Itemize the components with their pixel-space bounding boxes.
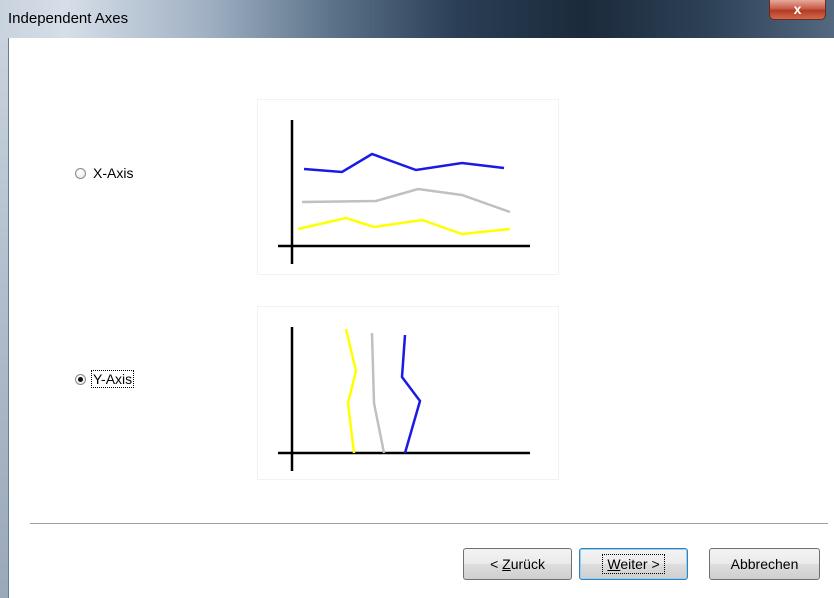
cancel-button-label: Abbrechen [730, 556, 799, 572]
window-title: Independent Axes [8, 10, 129, 27]
next-button-label: Weiter > [602, 554, 665, 574]
y-axis-label[interactable]: Y-Axis [90, 370, 135, 388]
separator [30, 523, 828, 525]
cancel-button[interactable]: Abbrechen [709, 548, 820, 580]
back-button[interactable]: < Zurück [463, 548, 572, 580]
next-button[interactable]: Weiter > [579, 548, 688, 580]
preview-series-yellow [297, 216, 511, 236]
y-axis-chart-preview [258, 307, 558, 479]
y-axis-radio[interactable] [75, 373, 86, 385]
x-axis-radio[interactable] [75, 167, 86, 179]
preview-series-gray [370, 332, 386, 454]
window-frame-left [0, 38, 9, 598]
title-bar: Independent Axes x [0, 0, 834, 38]
preview-series-gray [301, 187, 511, 214]
preview-series-blue [400, 334, 422, 454]
x-axis-label[interactable]: X-Axis [92, 165, 134, 181]
x-axis-option[interactable]: X-Axis [75, 165, 134, 181]
preview-series-yellow [344, 328, 358, 454]
preview-series-blue [303, 152, 505, 174]
close-button[interactable]: x [769, 0, 826, 20]
close-icon: x [793, 1, 802, 17]
y-axis-option[interactable]: Y-Axis [75, 370, 135, 388]
x-axis-chart-preview [258, 100, 558, 274]
back-button-label: < Zurück [490, 556, 545, 572]
dialog-content: X-Axis Y-Axis < Zurück Weiter > Abbreche… [9, 38, 834, 598]
